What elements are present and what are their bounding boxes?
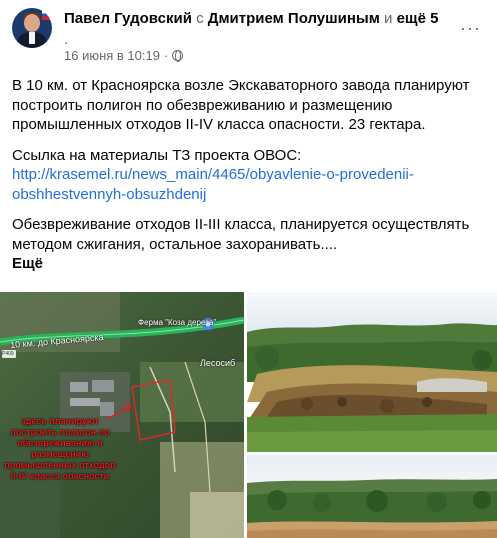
- landfill-photo-1-image: [247, 292, 497, 452]
- and-word: и: [384, 10, 393, 27]
- post-paragraph-3: Обезвреживание отходов II-III класса, пл…: [12, 215, 487, 274]
- with-word: с: [196, 10, 204, 27]
- paragraph-3-text: Обезвреживание отходов II-III класса, пл…: [12, 216, 470, 253]
- post-meta: 16 июня в 10:19 ·: [64, 48, 184, 63]
- more-options-icon[interactable]: ···: [460, 18, 481, 39]
- project-link[interactable]: http://krasemel.ru/news_main/4465/obyavl…: [12, 166, 414, 203]
- title-period: .: [64, 31, 69, 48]
- photo-grid: Р409 10 км. до Красноярска Ферма "Коза д…: [0, 292, 497, 538]
- post-paragraph-2: Ссылка на материалы ТЗ проекта ОВОС: htt…: [12, 146, 487, 205]
- post-title: Павел Гудовский с Дмитрием Полушиным и е…: [64, 10, 438, 27]
- post-text: В 10 км. от Красноярска возле Экскаватор…: [12, 76, 487, 285]
- author-name[interactable]: Павел Гудовский: [64, 10, 192, 27]
- more-tagged-people[interactable]: ещё 5: [397, 10, 439, 27]
- map-background: [0, 292, 244, 538]
- landfill-photo-2[interactable]: [247, 455, 497, 538]
- tagged-person[interactable]: Дмитрием Полушиным: [208, 10, 380, 27]
- road-sign: Р409: [2, 351, 14, 357]
- author-avatar[interactable]: [12, 8, 52, 48]
- see-more-link[interactable]: Ещё: [12, 255, 43, 272]
- landfill-photo-1[interactable]: [247, 292, 497, 452]
- meta-separator: ·: [163, 48, 169, 63]
- farm-label: Ферма "Коза дереза": [138, 318, 217, 327]
- landfill-photo-2-image: [247, 455, 497, 538]
- globe-icon: [172, 50, 184, 62]
- forest-label: Лесосиб: [200, 358, 236, 368]
- post-header: Павел Гудовский с Дмитрием Полушиным и е…: [12, 8, 487, 63]
- post-paragraph-1: В 10 км. от Красноярска возле Экскаватор…: [12, 77, 470, 133]
- post-date[interactable]: 16 июня в 10:19: [64, 48, 160, 63]
- link-label: Ссылка на материалы ТЗ проекта ОВОС:: [12, 146, 302, 164]
- satellite-map-photo[interactable]: Р409 10 км. до Красноярска Ферма "Коза д…: [0, 292, 244, 538]
- map-red-caption: здесь планируют построить полигон по обе…: [4, 416, 116, 481]
